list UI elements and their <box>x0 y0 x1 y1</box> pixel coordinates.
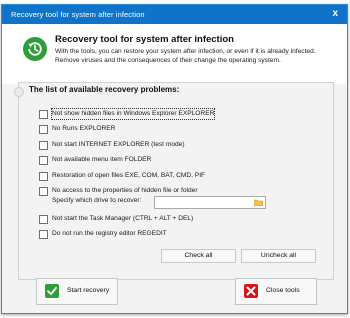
option-label[interactable]: Restoration of open files EXE, COM, BAT,… <box>52 171 205 181</box>
panel-marker-icon <box>14 87 24 97</box>
close-window-button[interactable]: x <box>332 8 338 20</box>
checkbox[interactable] <box>39 215 48 224</box>
drive-label: Specify which drive to recover: <box>52 197 142 204</box>
close-tools-button[interactable]: Close tools <box>235 278 317 305</box>
checkbox[interactable] <box>39 230 48 239</box>
option-label[interactable]: Not show hidden files in Windows Explore… <box>50 108 216 120</box>
checkbox[interactable] <box>39 156 48 165</box>
checkbox[interactable] <box>39 172 48 181</box>
folder-icon[interactable] <box>254 199 263 206</box>
option-label[interactable]: No Runs EXPLORER <box>52 124 115 134</box>
checkbox[interactable] <box>39 125 48 134</box>
checkbox[interactable] <box>39 141 48 150</box>
check-all-button[interactable]: Check all <box>161 249 236 263</box>
drive-input[interactable] <box>154 196 266 209</box>
close-icon <box>244 284 258 298</box>
recovery-problems-panel: The list of available recovery problems:… <box>14 82 334 280</box>
start-recovery-button[interactable]: Start recovery <box>36 278 118 305</box>
option-label[interactable]: Not start INTERNET EXPLORER (test mode) <box>52 140 185 150</box>
option-label[interactable]: Not available menu item FOLDER <box>52 155 151 165</box>
start-recovery-label: Start recovery <box>67 287 110 294</box>
header-title: Recovery tool for system after infection <box>55 34 234 45</box>
window-title: Recovery tool for system after infection <box>11 10 145 19</box>
checkbox[interactable] <box>39 187 48 196</box>
close-tools-label: Close tools <box>266 287 300 294</box>
checkbox[interactable] <box>39 110 48 119</box>
restore-clock-icon <box>23 37 47 61</box>
check-icon <box>45 284 59 298</box>
title-bar[interactable]: Recovery tool for system after infection… <box>2 5 347 24</box>
recovery-tool-window: Recovery tool for system after infection… <box>1 4 348 314</box>
option-label[interactable]: Do not run the registry editor REGEDIT <box>52 229 167 239</box>
uncheck-all-button[interactable]: Uncheck all <box>241 249 316 263</box>
panel-title: The list of available recovery problems: <box>29 85 180 94</box>
option-label[interactable]: Not start the Task Manager (CTRL + ALT +… <box>52 214 193 224</box>
option-label[interactable]: No access to the properties of hidden fi… <box>52 186 198 196</box>
header-description: With the tools, you can restore your sys… <box>55 48 316 64</box>
header-area: Recovery tool for system after infection… <box>2 24 347 84</box>
